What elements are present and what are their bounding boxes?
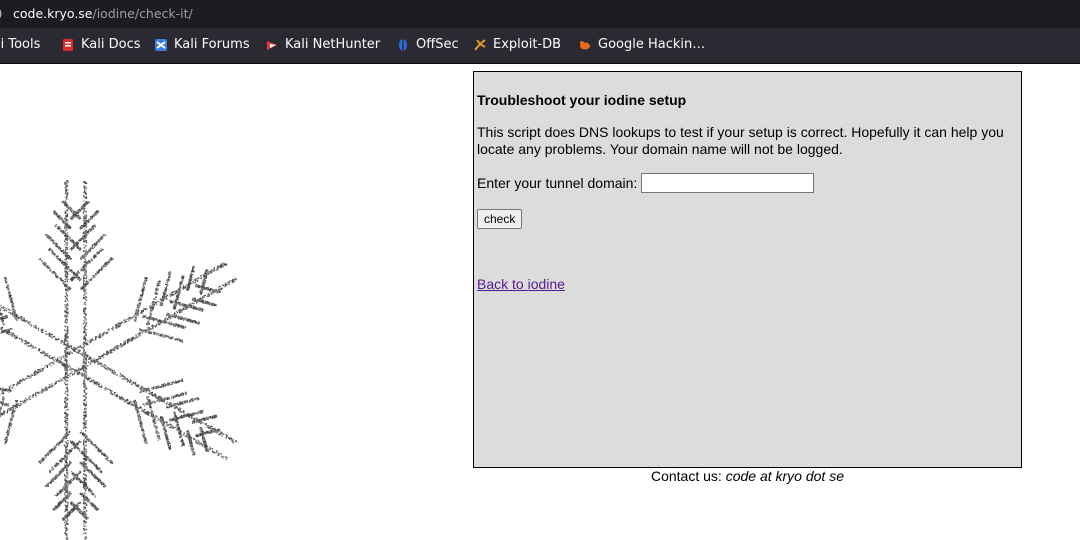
bookmark-label: Kali Forums <box>174 37 250 52</box>
page-info-icon[interactable]: ) <box>0 7 2 20</box>
check-button[interactable]: check <box>477 209 523 229</box>
domain-label: Enter your tunnel domain: <box>477 175 638 191</box>
bookmark-label: Kali Docs <box>81 37 141 52</box>
snowflake-image <box>0 140 270 540</box>
bookmark-kali-docs[interactable]: Kali Docs <box>61 37 141 53</box>
url-text[interactable]: code.kryo.se/iodine/check-it/ <box>13 6 193 21</box>
tunnel-domain-input[interactable] <box>641 173 815 193</box>
exploit-db-icon <box>473 38 487 52</box>
contact-prefix: Contact us: <box>650 468 722 484</box>
troubleshoot-panel: Troubleshoot your iodine setup This scri… <box>473 71 1022 468</box>
bookmark-label: OffSec <box>416 37 459 52</box>
bookmark-label: li Tools <box>0 37 41 52</box>
bookmark-offsec[interactable]: OffSec <box>396 37 459 53</box>
url-host: code.kryo.se <box>13 6 93 21</box>
snowflake-speckles <box>0 180 238 540</box>
bookmark-exploit-db[interactable]: Exploit-DB <box>473 37 561 53</box>
kali-nethunter-icon <box>265 38 279 52</box>
bookmark-kali-nethunter[interactable]: Kali NetHunter <box>265 37 380 53</box>
description-text: This script does DNS lookups to test if … <box>477 124 1004 157</box>
bookmark-kali-forums[interactable]: Kali Forums <box>154 37 250 53</box>
url-bar[interactable]: ) code.kryo.se/iodine/check-it/ <box>0 0 1080 28</box>
google-hacking-icon <box>578 38 592 52</box>
domain-form-row: Enter your tunnel domain: <box>477 173 1018 193</box>
page-title: Troubleshoot your iodine setup <box>477 92 687 108</box>
bookmark-label: Google Hackin… <box>598 37 706 52</box>
contact-email: code at kryo dot se <box>725 468 844 484</box>
contact-line: Contact us: code at kryo dot se <box>473 467 1022 485</box>
bookmark-google-hacking[interactable]: Google Hackin… <box>578 37 705 53</box>
back-to-iodine-link[interactable]: Back to iodine <box>477 275 1018 293</box>
offsec-icon <box>396 38 410 52</box>
bookmark-kali-tools[interactable]: li Tools <box>0 37 40 53</box>
url-path: /iodine/check-it/ <box>92 6 193 21</box>
bookmark-label: Kali NetHunter <box>285 37 381 52</box>
kali-forums-icon <box>154 38 168 52</box>
kali-docs-icon <box>61 38 75 52</box>
bookmarks-toolbar: li Tools Kali Docs Kali Forums Kali NetH… <box>0 28 1080 64</box>
bookmark-label: Exploit-DB <box>493 37 562 52</box>
